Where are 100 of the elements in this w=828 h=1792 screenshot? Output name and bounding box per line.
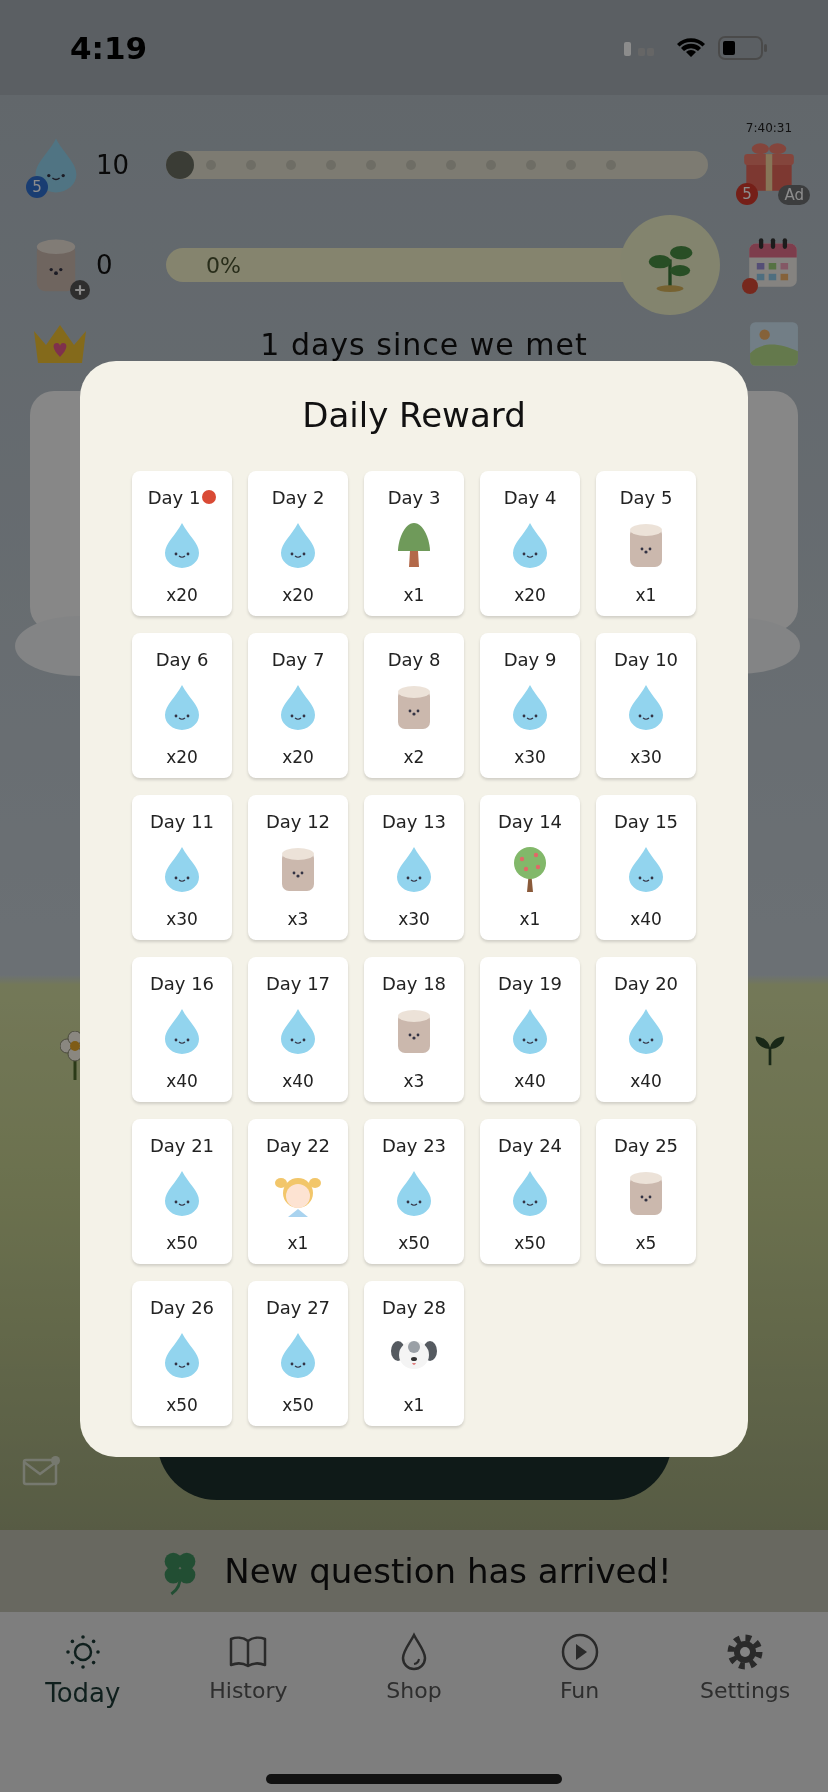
- water-drop-icon: [626, 683, 666, 731]
- water-drop-icon: [162, 1007, 202, 1055]
- day-label: Day 23: [381, 1134, 447, 1156]
- reward-card[interactable]: Day 25 x5: [596, 1119, 696, 1264]
- day-label: Day 3: [387, 486, 441, 508]
- reward-card[interactable]: Day 10 x30: [596, 633, 696, 778]
- day-label: Day 9: [503, 648, 557, 670]
- day-label: Day 28: [381, 1296, 447, 1318]
- day-label: Day 6: [155, 648, 209, 670]
- water-drop-icon: [394, 845, 434, 893]
- day-label: Day 27: [265, 1296, 331, 1318]
- reward-amount: x1: [519, 909, 541, 929]
- reward-card[interactable]: Day 21 x50: [132, 1119, 232, 1264]
- reward-card[interactable]: Day 2 x20: [248, 471, 348, 616]
- day-label: Day 2: [271, 486, 325, 508]
- wifi-icon: [676, 36, 706, 59]
- reward-card[interactable]: Day 7 x20: [248, 633, 348, 778]
- day-label: Day 21: [149, 1134, 215, 1156]
- day-label: Day 19: [497, 972, 563, 994]
- water-drop-icon: [278, 683, 318, 731]
- clock-time: 4:19: [70, 29, 148, 66]
- day-label: Day 4: [503, 486, 557, 508]
- reward-card[interactable]: Day 3 x1: [364, 471, 464, 616]
- reward-amount: x2: [403, 747, 425, 767]
- reward-card[interactable]: Day 28 x1: [364, 1281, 464, 1426]
- reward-amount: x20: [514, 585, 546, 605]
- days-since-text: 1 days since we met: [259, 326, 589, 362]
- reward-card[interactable]: Day 8 x2: [364, 633, 464, 778]
- reward-card[interactable]: Day 4 x20: [480, 471, 580, 616]
- day-label: Day 17: [265, 972, 331, 994]
- day-label: Day 18: [381, 972, 447, 994]
- day-label: Day 24: [497, 1134, 563, 1156]
- reward-amount: x50: [166, 1233, 198, 1253]
- reward-card[interactable]: Day 19 x40: [480, 957, 580, 1102]
- reward-card[interactable]: Day 13 x30: [364, 795, 464, 940]
- reward-card[interactable]: Day 23 x50: [364, 1119, 464, 1264]
- reward-amount: x40: [514, 1071, 546, 1091]
- reward-card[interactable]: Day 18 x3: [364, 957, 464, 1102]
- day-label: Day 22: [265, 1134, 331, 1156]
- reward-card[interactable]: Day 12 x3: [248, 795, 348, 940]
- reward-amount: x1: [403, 1395, 425, 1415]
- reward-card[interactable]: Day 14 x1: [480, 795, 580, 940]
- day-label: Day 15: [613, 810, 679, 832]
- reward-card[interactable]: Day 11 x30: [132, 795, 232, 940]
- plus-icon[interactable]: [70, 279, 90, 300]
- reward-amount: x20: [282, 585, 314, 605]
- reward-amount: x30: [630, 747, 662, 767]
- reward-amount: x40: [630, 1071, 662, 1091]
- day-label: Day 8: [387, 648, 441, 670]
- reward-card[interactable]: Day 15 x40: [596, 795, 696, 940]
- reward-amount: x40: [282, 1071, 314, 1091]
- count-badge: 5: [736, 183, 758, 205]
- water-drop-icon: [510, 521, 550, 569]
- water-drop-icon: [162, 683, 202, 731]
- day-label: Day 5: [619, 486, 673, 508]
- reward-card[interactable]: Day 20 x40: [596, 957, 696, 1102]
- reward-card[interactable]: Day 27 x50: [248, 1281, 348, 1426]
- reward-amount: x1: [403, 585, 425, 605]
- play-icon[interactable]: [559, 1632, 600, 1672]
- day-label: Day 14: [497, 810, 563, 832]
- reward-amount: x50: [282, 1395, 314, 1415]
- water-drop-icon: [510, 1169, 550, 1217]
- day-label: Day 16: [149, 972, 215, 994]
- reward-amount: x20: [282, 747, 314, 767]
- reward-card[interactable]: Day 24 x50: [480, 1119, 580, 1264]
- calendar-icon[interactable]: [746, 236, 800, 290]
- reward-amount: x20: [166, 747, 198, 767]
- water-drop-icon: [162, 845, 202, 893]
- reward-amount: x1: [287, 1233, 309, 1253]
- day-label: Day 7: [271, 648, 325, 670]
- reward-card[interactable]: Day 16 x40: [132, 957, 232, 1102]
- count-badge: 5: [26, 175, 48, 198]
- water-drop-icon: [162, 1169, 202, 1217]
- water-drop-icon: [626, 1007, 666, 1055]
- reward-amount: x30: [398, 909, 430, 929]
- water-drop-icon: [278, 521, 318, 569]
- reward-card[interactable]: Day 5 x1: [596, 471, 696, 616]
- notice-text: New question has arrived!: [224, 1551, 672, 1591]
- day-label: Day 20: [613, 972, 679, 994]
- reward-amount: x3: [287, 909, 309, 929]
- water-drop-icon: [278, 1331, 318, 1379]
- water-drop-icon: [394, 1169, 434, 1217]
- reward-card[interactable]: Day 6 x20: [132, 633, 232, 778]
- reward-card[interactable]: Day 9 x30: [480, 633, 580, 778]
- day-label: Day 11: [149, 810, 215, 832]
- tab[interactable]: Today: [0, 1630, 166, 1708]
- reward-card[interactable]: Day 1 x20: [132, 471, 232, 616]
- day-label: Day 12: [265, 810, 331, 832]
- water-drop-icon: [626, 845, 666, 893]
- reward-amount: x3: [403, 1071, 425, 1091]
- water-drop-icon: [162, 1331, 202, 1379]
- reward-amount: x30: [514, 747, 546, 767]
- day-label: Day 25: [613, 1134, 679, 1156]
- dialog-title: Daily Reward: [301, 395, 527, 435]
- reward-amount: x5: [635, 1233, 657, 1253]
- reward-card[interactable]: Day 26 x50: [132, 1281, 232, 1426]
- reward-card[interactable]: Day 17 x40: [248, 957, 348, 1102]
- reward-card[interactable]: Day 22 x1: [248, 1119, 348, 1264]
- water-drop-icon: [510, 1007, 550, 1055]
- battery-icon: [718, 35, 768, 60]
